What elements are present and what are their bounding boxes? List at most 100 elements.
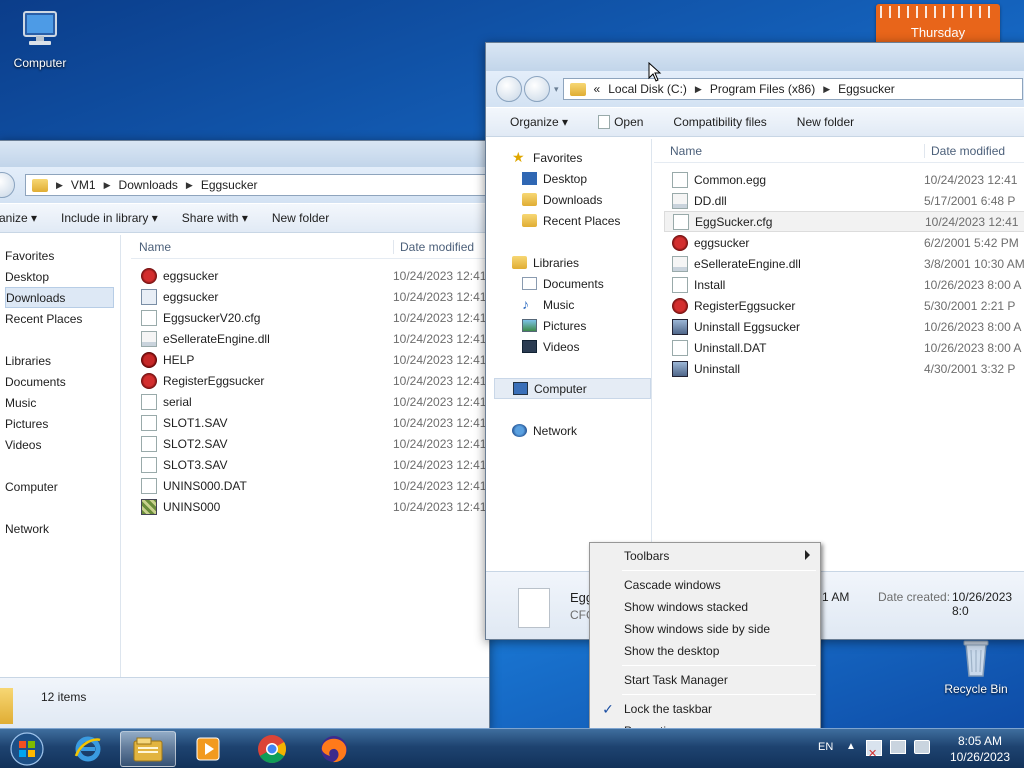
menu-item-show-desktop[interactable]: Show the desktop: [592, 640, 818, 662]
file-row[interactable]: RegisterEggsucker 5/30/2001 2:21 P: [654, 295, 1024, 316]
nav-favorites[interactable]: Favorites: [5, 245, 120, 266]
window-titlebar[interactable]: [486, 43, 1024, 71]
menu-item-toolbars[interactable]: Toolbars: [592, 545, 818, 567]
start-button[interactable]: [2, 731, 52, 767]
breadcrumb-downloads[interactable]: Downloads: [119, 178, 178, 192]
organize-menu[interactable]: Organize ▾: [510, 115, 568, 129]
taskbar-media-player[interactable]: [180, 731, 236, 767]
file-row[interactable]: serial 10/24/2023 12:41: [131, 391, 489, 412]
file-row[interactable]: Install 10/26/2023 8:00 A: [654, 274, 1024, 295]
window-titlebar[interactable]: [0, 141, 489, 167]
column-name[interactable]: Name: [654, 144, 924, 158]
column-name[interactable]: Name: [131, 240, 393, 254]
back-button[interactable]: [0, 172, 15, 198]
file-row[interactable]: Common.egg 10/24/2023 12:41: [654, 169, 1024, 190]
nav-item-recent-places[interactable]: Recent Places: [494, 210, 651, 231]
nav-item-pictures[interactable]: Pictures: [5, 413, 120, 434]
file-row[interactable]: Uninstall 4/30/2001 3:32 P: [654, 358, 1024, 379]
file-row[interactable]: DD.dll 5/17/2001 6:48 P: [654, 190, 1024, 211]
file-row[interactable]: UNINS000.DAT 10/24/2023 12:41: [131, 475, 489, 496]
nav-item-documents[interactable]: Documents: [5, 371, 120, 392]
breadcrumb-eggsucker[interactable]: Eggsucker: [201, 178, 258, 192]
back-button[interactable]: [496, 76, 522, 102]
column-date-modified[interactable]: Date modified: [393, 239, 474, 254]
breadcrumb-program-files[interactable]: Program Files (x86): [710, 82, 815, 96]
file-row-selected[interactable]: EggSucker.cfg 10/24/2023 12:41: [664, 211, 1024, 232]
file-row[interactable]: SLOT2.SAV 10/24/2023 12:41: [131, 433, 489, 454]
language-indicator[interactable]: EN: [818, 741, 833, 753]
address-bar[interactable]: ▶ VM1 ▶ Downloads ▶ Eggsucker: [25, 174, 489, 196]
command-bar: Organize ▾ Open Compatibility files New …: [486, 107, 1024, 137]
open-button[interactable]: Open: [598, 115, 643, 129]
column-date-modified[interactable]: Date modified: [924, 143, 1005, 158]
taskbar-firefox[interactable]: [306, 731, 362, 767]
calendar-gadget[interactable]: Thursday: [876, 4, 1000, 44]
nav-item-desktop[interactable]: Desktop: [494, 168, 651, 189]
taskbar-context-menu[interactable]: Toolbars Cascade windows Show windows st…: [589, 542, 821, 746]
forward-button[interactable]: [524, 76, 550, 102]
breadcrumb-local-disk[interactable]: Local Disk (C:): [608, 82, 687, 96]
nav-network[interactable]: Network: [494, 420, 651, 441]
show-hidden-icons-chevron-icon[interactable]: ▲: [846, 741, 856, 752]
include-in-library-menu[interactable]: Include in library ▾: [61, 211, 158, 225]
nav-computer[interactable]: Computer: [5, 476, 120, 497]
file-row[interactable]: Uninstall.DAT 10/26/2023 8:00 A: [654, 337, 1024, 358]
nav-item-pictures[interactable]: Pictures: [494, 315, 651, 336]
menu-item-show-windows-side-by-side[interactable]: Show windows side by side: [592, 618, 818, 640]
taskbar[interactable]: EN ▲ ✕ 8:05 AM 10/26/2023: [0, 728, 1024, 768]
file-row[interactable]: EggsuckerV20.cfg 10/24/2023 12:41: [131, 307, 489, 328]
file-row[interactable]: HELP 10/24/2023 12:41: [131, 349, 489, 370]
file-row[interactable]: RegisterEggsucker 10/24/2023 12:41: [131, 370, 489, 391]
nav-item-documents[interactable]: Documents: [494, 273, 651, 294]
nav-libraries[interactable]: Libraries: [5, 350, 120, 371]
menu-item-start-task-manager[interactable]: Start Task Manager: [592, 669, 818, 691]
nav-libraries[interactable]: Libraries: [494, 252, 651, 273]
menu-label: Start Task Manager: [624, 673, 728, 687]
nav-item-recent-places[interactable]: Recent Places: [5, 308, 120, 329]
compatibility-files-button[interactable]: Compatibility files: [673, 115, 766, 129]
nav-item-desktop[interactable]: Desktop: [5, 266, 120, 287]
file-name: Install: [694, 277, 726, 292]
file-row[interactable]: eSellerateEngine.dll 3/8/2001 10:30 AM: [654, 253, 1024, 274]
file-row[interactable]: eSellerateEngine.dll 10/24/2023 12:41: [131, 328, 489, 349]
nav-item-music[interactable]: Music: [5, 392, 120, 413]
network-tray-icon[interactable]: [890, 740, 906, 754]
organize-menu[interactable]: anize ▾: [0, 211, 37, 225]
volume-muted-icon[interactable]: [914, 740, 930, 754]
breadcrumb-eggsucker[interactable]: Eggsucker: [838, 82, 895, 96]
address-bar[interactable]: « Local Disk (C:) ▶ Program Files (x86) …: [562, 78, 1023, 100]
menu-item-lock-taskbar[interactable]: ✓ Lock the taskbar: [592, 698, 818, 720]
menu-item-cascade-windows[interactable]: Cascade windows: [592, 574, 818, 596]
taskbar-chrome[interactable]: [244, 731, 300, 767]
new-folder-button[interactable]: New folder: [272, 211, 329, 225]
desktop-icon-computer[interactable]: Computer: [0, 8, 80, 70]
nav-item-downloads[interactable]: Downloads: [5, 287, 114, 308]
taskbar-internet-explorer[interactable]: [60, 731, 116, 767]
recent-pages-chevron-icon[interactable]: ▾: [554, 84, 559, 95]
explorer-window-downloads[interactable]: ▶ VM1 ▶ Downloads ▶ Eggsucker anize ▾ In…: [0, 140, 490, 730]
nav-item-downloads[interactable]: Downloads: [494, 189, 651, 210]
file-row[interactable]: SLOT3.SAV 10/24/2023 12:41: [131, 454, 489, 475]
nav-item-music[interactable]: ♪ Music: [494, 294, 651, 315]
nav-favorites[interactable]: ★ Favorites: [494, 147, 651, 168]
file-date: 10/26/2023 8:00 A: [924, 340, 1022, 355]
system-clock[interactable]: 8:05 AM 10/26/2023: [950, 733, 1010, 765]
breadcrumb-overflow[interactable]: «: [594, 82, 601, 96]
breadcrumb-vm1[interactable]: VM1: [71, 178, 96, 192]
file-row[interactable]: eggsucker 10/24/2023 12:41: [131, 286, 489, 307]
desktop-icon-recycle-bin[interactable]: Recycle Bin: [936, 638, 1016, 696]
file-row[interactable]: UNINS000 10/24/2023 12:41: [131, 496, 489, 517]
taskbar-windows-explorer[interactable]: [120, 731, 176, 767]
new-folder-button[interactable]: New folder: [797, 115, 854, 129]
nav-item-videos[interactable]: Videos: [494, 336, 651, 357]
file-row[interactable]: Uninstall Eggsucker 10/26/2023 8:00 A: [654, 316, 1024, 337]
nav-network[interactable]: Network: [5, 518, 120, 539]
menu-item-show-windows-stacked[interactable]: Show windows stacked: [592, 596, 818, 618]
share-with-menu[interactable]: Share with ▾: [182, 211, 248, 225]
file-row[interactable]: eggsucker 6/2/2001 5:42 PM: [654, 232, 1024, 253]
file-row[interactable]: SLOT1.SAV 10/24/2023 12:41: [131, 412, 489, 433]
nav-computer[interactable]: Computer: [494, 378, 651, 399]
checkmark-icon: ✓: [602, 701, 614, 717]
file-row[interactable]: eggsucker 10/24/2023 12:41: [131, 265, 489, 286]
nav-item-videos[interactable]: Videos: [5, 434, 120, 455]
